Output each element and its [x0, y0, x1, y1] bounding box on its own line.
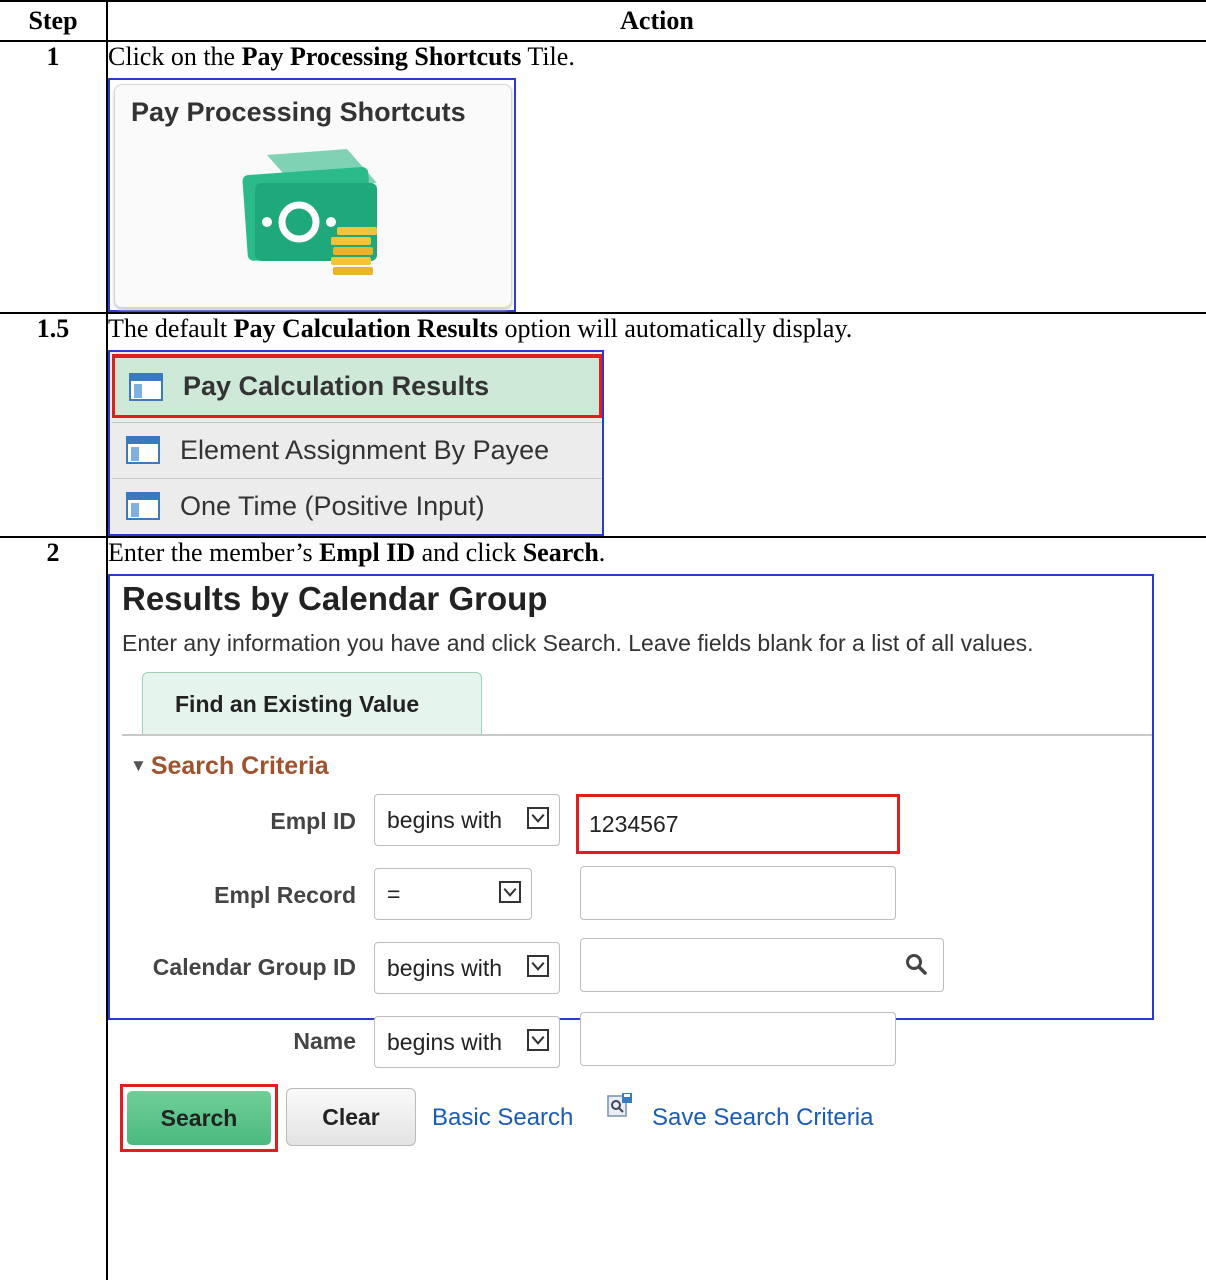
empl-id-input[interactable]: 1234567 [576, 794, 900, 854]
name-label: Name [293, 1028, 356, 1054]
table-row: 1 Click on the Pay Processing Shortcuts … [0, 40, 1206, 314]
triangle-down-icon: ▼ [130, 756, 147, 775]
pay-processing-shortcuts-tile[interactable]: Pay Processing Shortcuts [114, 84, 512, 308]
instruction-table: Step Action 1 Click on the Pay Processin… [0, 0, 1206, 1280]
name-operator-select[interactable]: begins with [374, 1016, 560, 1068]
tile-title: Pay Processing Shortcuts [131, 97, 466, 127]
menu-item-pay-calculation-results[interactable]: Pay Calculation Results [112, 354, 602, 418]
table-row: 2 Enter the member’s Empl ID and click S… [0, 536, 1206, 1280]
basic-search-link[interactable]: Basic Search [432, 1104, 573, 1132]
tab-find-existing-value[interactable]: Find an Existing Value [142, 672, 482, 735]
calendar-group-id-input[interactable] [580, 938, 944, 992]
search-page-screenshot: Results by Calendar Group Enter any info… [108, 574, 1154, 1152]
step-number: 1.5 [0, 312, 108, 538]
search-criteria-toggle[interactable]: ▼ Search Criteria [130, 752, 329, 781]
chevron-down-icon [527, 807, 549, 829]
page-icon [129, 372, 163, 401]
table-header-row: Step Action [0, 0, 1206, 42]
empl-record-label: Empl Record [214, 882, 356, 908]
save-search-icon[interactable] [606, 1092, 634, 1120]
table-row: 1.5 The default Pay Calculation Results … [0, 312, 1206, 538]
menu-item-label: One Time (Positive Input) [180, 490, 485, 521]
chevron-down-icon [527, 1029, 549, 1051]
empl-record-input[interactable] [580, 866, 896, 920]
empl-id-operator-select[interactable]: begins with [374, 794, 560, 846]
calendar-group-id-operator-select[interactable]: begins with [374, 942, 560, 994]
tile-screenshot: Pay Processing Shortcuts [108, 78, 516, 312]
menu-item-element-assignment[interactable]: Element Assignment By Payee [112, 422, 602, 478]
clear-button[interactable]: Clear [286, 1088, 416, 1146]
instruction-text: The default Pay Calculation Results opti… [108, 314, 853, 343]
instruction-text: Enter the member’s Empl ID and click Sea… [108, 538, 606, 567]
action-cell: Click on the Pay Processing Shortcuts Ti… [106, 40, 1206, 314]
search-button-highlight: Search [120, 1084, 278, 1152]
menu-item-label: Pay Calculation Results [183, 371, 490, 401]
chevron-down-icon [499, 881, 521, 903]
action-cell: Enter the member’s Empl ID and click Sea… [106, 536, 1206, 1280]
name-input[interactable] [580, 1012, 896, 1066]
step-column-header: Step [0, 0, 108, 42]
step-number: 2 [0, 536, 108, 1280]
money-cash-icon [242, 149, 377, 275]
menu-item-label: Element Assignment By Payee [180, 434, 550, 465]
menu-item-one-time-positive-input[interactable]: One Time (Positive Input) [112, 478, 602, 534]
shortcuts-menu-screenshot: Pay Calculation Results Element Assignme… [108, 350, 604, 536]
page-instructions: Enter any information you have and click… [122, 630, 1034, 656]
action-cell: The default Pay Calculation Results opti… [106, 312, 1206, 538]
step-number: 1 [0, 40, 108, 314]
page-title: Results by Calendar Group [122, 580, 548, 617]
search-button[interactable]: Search [127, 1091, 271, 1145]
chevron-down-icon [527, 955, 549, 977]
tab-divider [122, 734, 1152, 736]
save-search-criteria-link[interactable]: Save Search Criteria [652, 1104, 873, 1132]
empl-id-label: Empl ID [270, 808, 356, 834]
empl-record-operator-select[interactable]: = [374, 868, 532, 920]
calendar-group-id-label: Calendar Group ID [152, 954, 356, 980]
instruction-text: Click on the Pay Processing Shortcuts Ti… [108, 42, 575, 71]
page-icon [126, 436, 160, 464]
action-column-header: Action [106, 0, 1206, 42]
page-icon [126, 492, 160, 520]
search-icon[interactable] [905, 953, 927, 975]
